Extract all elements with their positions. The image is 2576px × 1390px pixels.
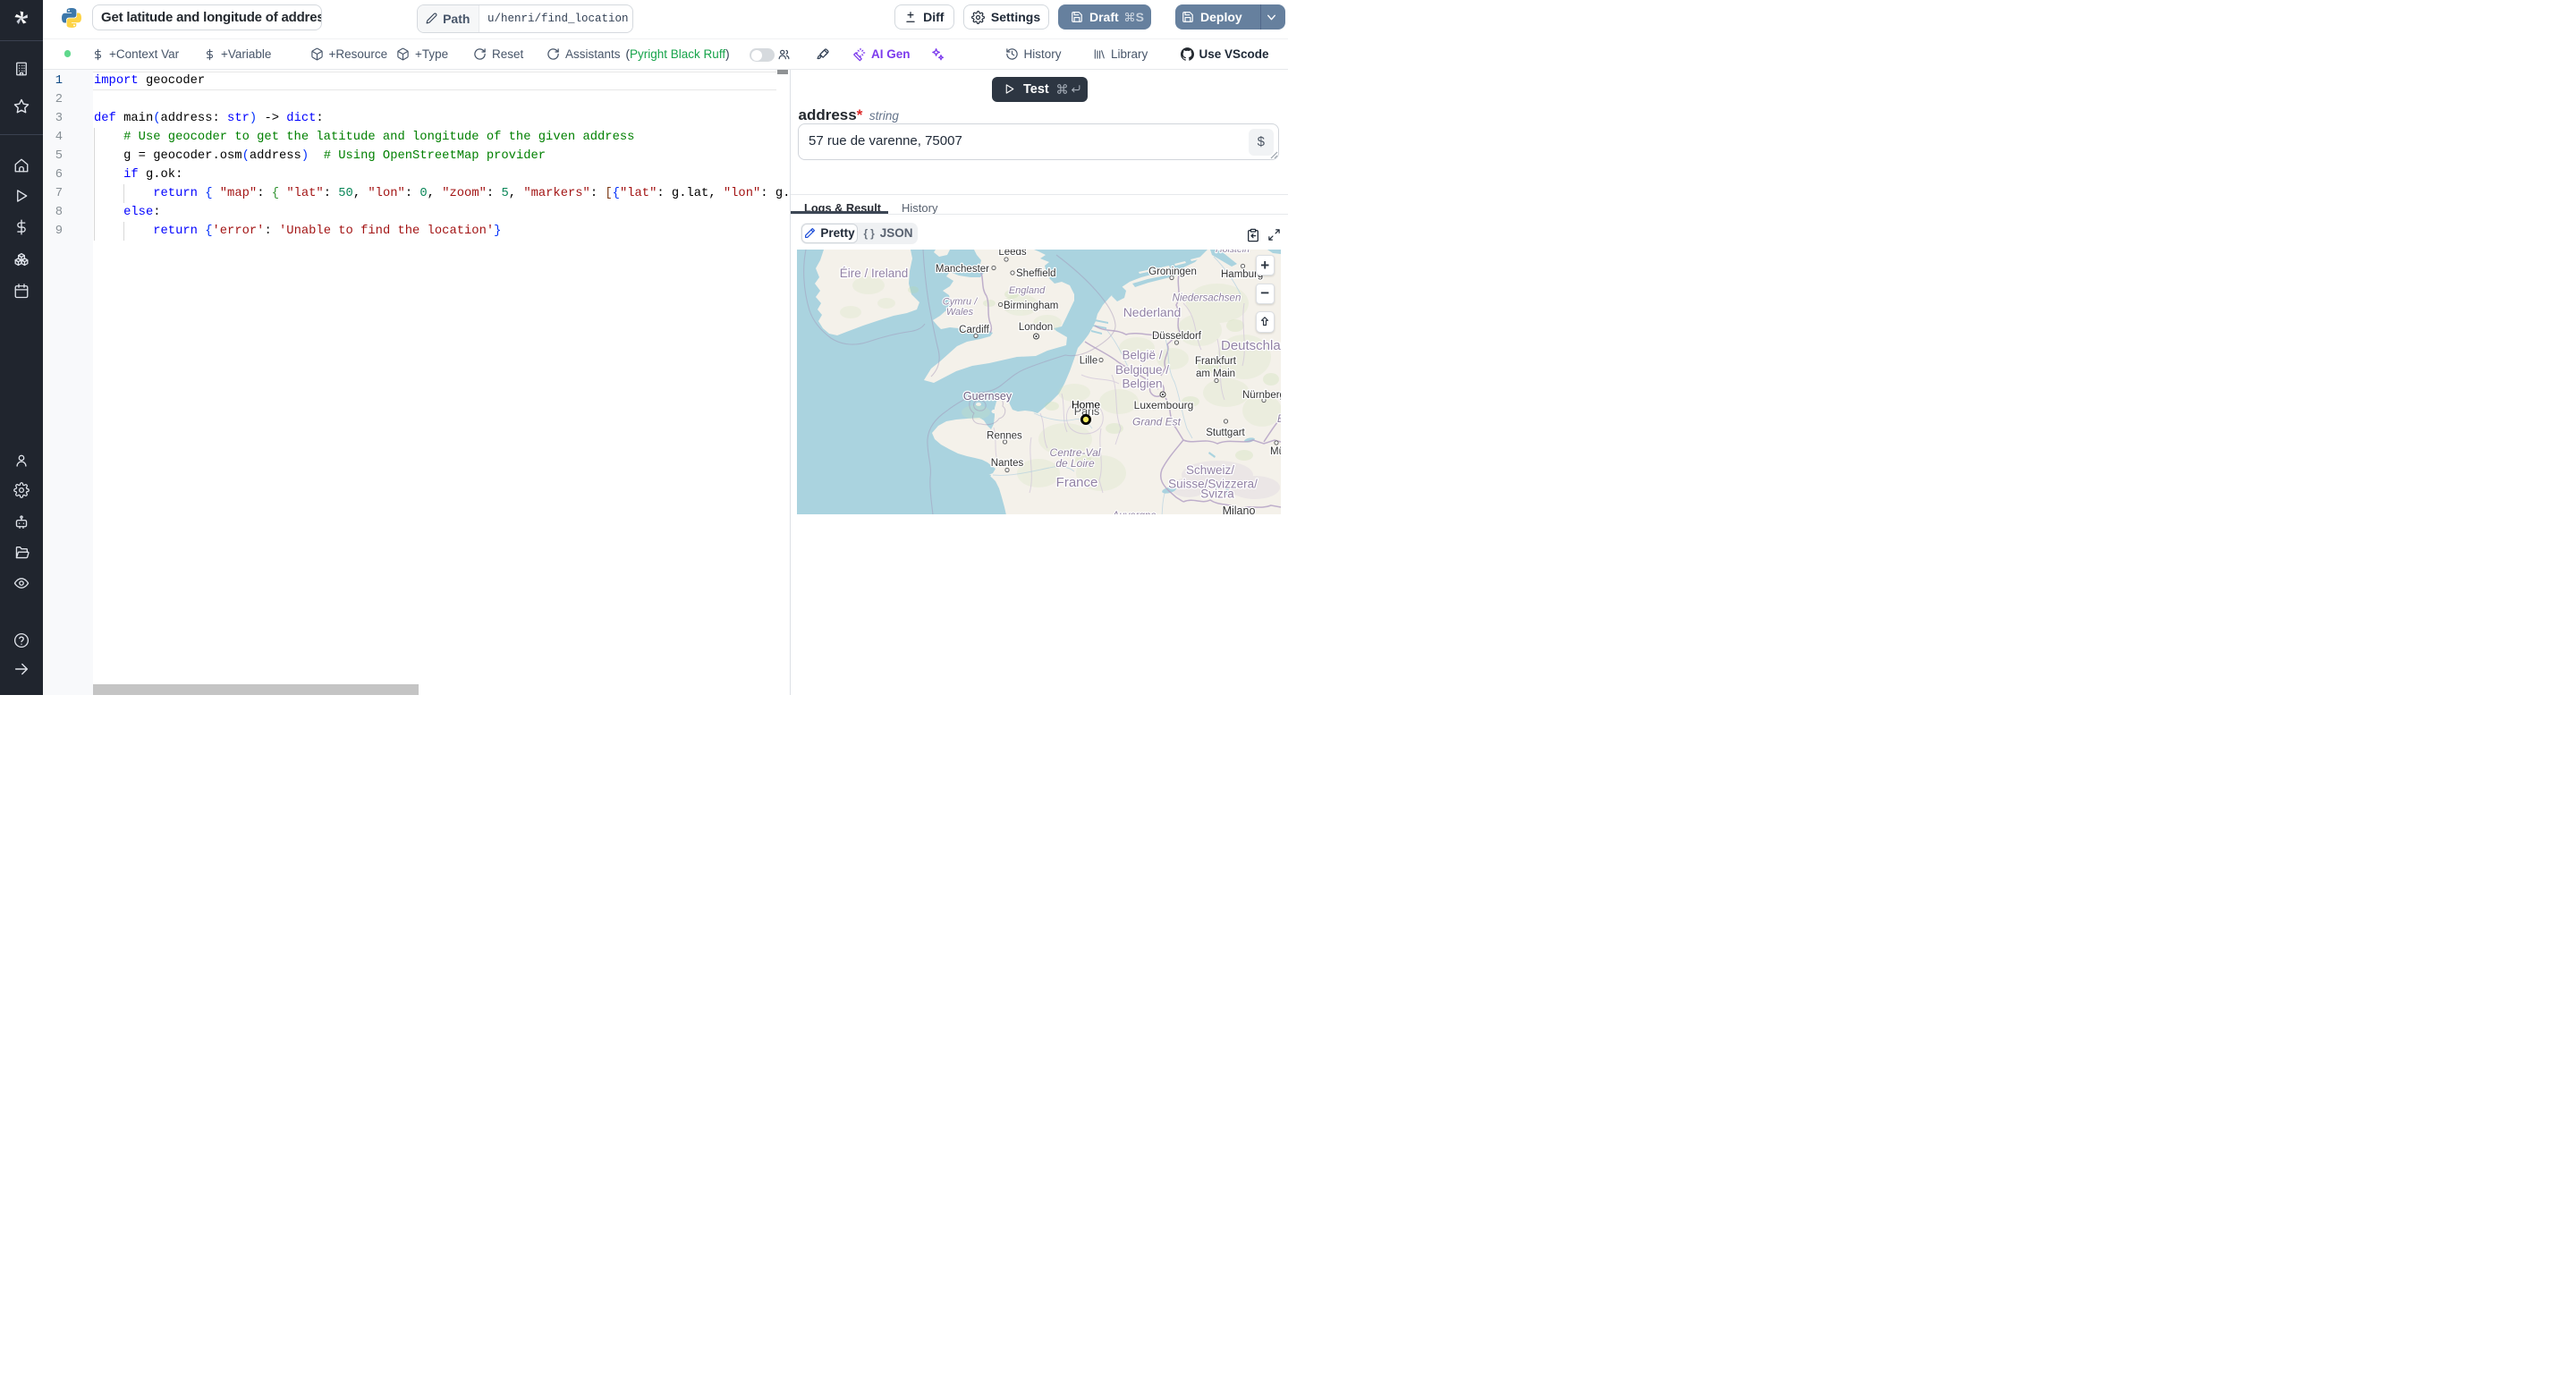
svg-text:Stuttgart: Stuttgart [1206,428,1245,438]
svg-text:België /: België / [1122,348,1162,361]
svg-text:Auvergne-: Auvergne- [1111,511,1159,515]
svg-text:Rennes: Rennes [987,430,1022,441]
svg-text:Sheffield: Sheffield [1016,268,1056,279]
svg-text:Svizra: Svizra [1200,487,1234,500]
svg-text:Luxembourg: Luxembourg [1134,399,1194,411]
svg-text:Nantes: Nantes [991,458,1024,469]
svg-text:Éire / Ireland: Éire / Ireland [840,267,909,280]
svg-text:Deutschland: Deutschland [1221,338,1281,353]
svg-text:de Loire: de Loire [1055,457,1095,470]
svg-text:Nürnberg: Nürnberg [1242,390,1281,401]
svg-text:Birmingham: Birmingham [1004,301,1058,311]
svg-text:Cardiff: Cardiff [959,325,989,335]
svg-text:England: England [1009,285,1046,296]
svg-text:Home: Home [1072,398,1100,411]
svg-text:Bayern: Bayern [1277,414,1281,425]
svg-text:Nederland: Nederland [1123,305,1182,319]
svg-text:Leeds: Leeds [998,250,1027,258]
svg-text:Schweiz/: Schweiz/ [1186,463,1234,477]
svg-text:Guernsey: Guernsey [963,390,1013,403]
svg-text:Belgique /: Belgique / [1115,363,1169,377]
svg-text:Wales: Wales [946,307,974,318]
svg-text:Düsseldorf: Düsseldorf [1152,331,1202,342]
svg-text:Groningen: Groningen [1148,267,1197,277]
svg-text:Cymru /: Cymru / [943,296,978,307]
svg-text:Milano: Milano [1223,504,1256,515]
svg-text:London: London [1019,322,1053,333]
svg-text:France: France [1056,475,1098,490]
svg-text:Holstein: Holstein [1216,250,1250,255]
svg-text:Manchester: Manchester [936,264,989,275]
svg-text:Niedersachsen: Niedersachsen [1173,292,1241,303]
svg-text:Grand Est: Grand Est [1132,415,1182,428]
svg-text:am Main: am Main [1196,369,1235,379]
svg-text:Belgien: Belgien [1122,377,1162,390]
svg-text:Frankfurt: Frankfurt [1195,356,1237,367]
svg-text:München: München [1270,446,1281,457]
svg-text:Lille: Lille [1080,355,1097,366]
